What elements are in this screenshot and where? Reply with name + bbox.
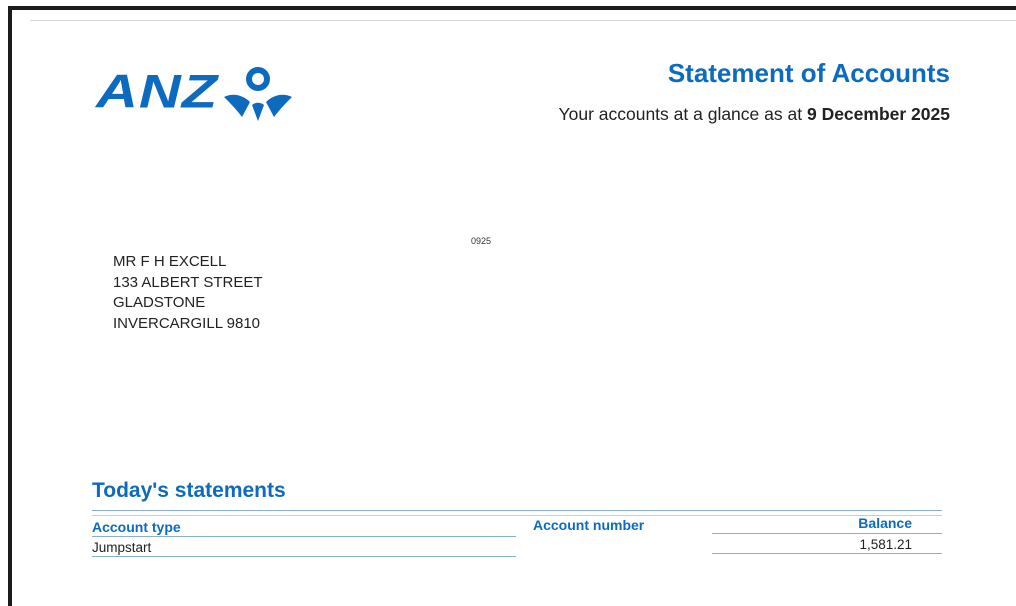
col-header-account-number: Account number bbox=[533, 517, 645, 533]
todays-statements-title: Today's statements bbox=[92, 479, 286, 502]
scan-border-top bbox=[8, 6, 1016, 10]
statement-title: Statement of Accounts bbox=[667, 58, 950, 88]
address-line: GLADSTONE bbox=[113, 294, 206, 311]
section-rule-secondary bbox=[92, 515, 942, 516]
row-rule-left bbox=[92, 556, 516, 557]
header-rule-left bbox=[92, 536, 516, 537]
statement-subtitle-prefix: Your accounts at a glance as at bbox=[558, 104, 803, 124]
col-header-account-type: Account type bbox=[92, 519, 181, 535]
address-line: INVERCARGILL 9810 bbox=[113, 314, 261, 332]
statement-subtitle: Your accounts at a glance as at 9 Decemb… bbox=[559, 104, 950, 125]
document-code: 0925 bbox=[471, 236, 492, 246]
scan-border-left bbox=[8, 6, 12, 606]
logo-wordmark: ANZ bbox=[96, 64, 219, 119]
statement-date: 9 December 2025 bbox=[806, 104, 950, 124]
row-account-type: Jumpstart bbox=[92, 540, 152, 555]
header-rule-right bbox=[712, 533, 942, 534]
section-rule bbox=[92, 510, 942, 511]
row-balance: 1,581.21 bbox=[859, 537, 912, 552]
row-rule-right bbox=[712, 553, 942, 554]
mailing-address: MR F H EXCELL 133 ALBERT STREET GLADSTON… bbox=[113, 252, 263, 334]
address-line: 133 ALBERT STREET bbox=[113, 273, 263, 291]
scan-edge-line bbox=[30, 20, 1016, 21]
address-line: MR F H EXCELL bbox=[113, 253, 227, 270]
col-header-balance: Balance bbox=[858, 515, 912, 531]
anz-people-icon bbox=[222, 65, 294, 132]
